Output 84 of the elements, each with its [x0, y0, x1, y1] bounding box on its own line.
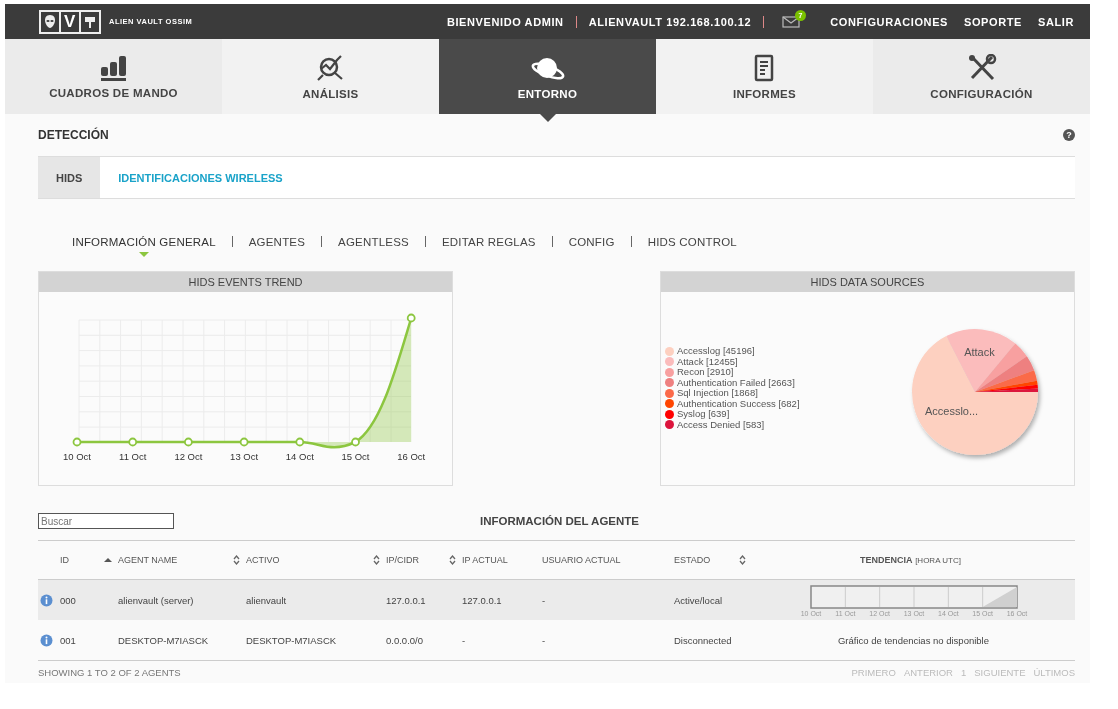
axis-label: 13 Oct	[230, 451, 259, 462]
panel-title: HIDS DATA SOURCES	[661, 272, 1074, 292]
table-title: INFORMACIÓN DEL AGENTE	[478, 515, 641, 527]
column-header[interactable]: IP/CIDR	[386, 555, 419, 565]
host-text: ALIENVAULT 192.168.100.12	[588, 15, 752, 28]
submenu-link[interactable]: AGENTES	[248, 236, 306, 257]
data-point	[295, 437, 305, 447]
data-point	[406, 313, 416, 323]
bar-chart-icon	[98, 54, 129, 81]
table-cell: 001	[60, 634, 76, 646]
top-link[interactable]: CONFIGURACIONES	[830, 15, 948, 28]
search-field[interactable]: Buscar	[38, 513, 174, 529]
sort-icon[interactable]	[233, 555, 240, 565]
axis-label: 10 Oct	[63, 451, 91, 462]
table-cell: alienvault	[246, 594, 287, 606]
nav-tab[interactable]: CUADROS DE MANDO	[5, 39, 222, 114]
sort-ascending-icon[interactable]	[104, 557, 112, 563]
data-point	[128, 437, 138, 447]
sort-icon[interactable]	[739, 555, 746, 565]
table-cell: Disconnected	[674, 634, 732, 646]
table-cell: DESKTOP-M7IASCK	[118, 634, 209, 646]
data-point	[184, 437, 193, 447]
axis-label: 12 Oct	[174, 451, 203, 462]
table-cell: -	[542, 594, 546, 606]
legend-label: Authentication Failed [2663]	[677, 377, 795, 388]
legend-label: Syslog [639]	[677, 409, 730, 420]
tab[interactable]: HIDS	[38, 157, 101, 198]
table-cell: DESKTOP-M7IASCK	[246, 634, 337, 646]
submenu-link[interactable]: INFORMACIÓN GENERAL	[72, 236, 216, 257]
submenu-link[interactable]: HIDS CONTROL	[647, 236, 737, 257]
nav-tab[interactable]: INFORMES	[656, 39, 873, 114]
info-icon[interactable]	[40, 633, 53, 647]
axis-label: 14 Oct	[285, 451, 314, 462]
logo[interactable]: V	[39, 9, 101, 34]
submenu-link[interactable]: CONFIG	[568, 236, 615, 257]
axis-label: 11 Oct	[119, 451, 147, 462]
table-cell: -	[542, 634, 546, 646]
column-header[interactable]: ACTIVO	[246, 555, 280, 565]
column-header[interactable]: IP ACTUAL	[462, 555, 508, 565]
legend-label: Sql Injection [1868]	[677, 388, 758, 399]
section-title: DETECCIÓN	[38, 128, 109, 142]
data-point	[351, 437, 360, 447]
axis-label: 15 Oct	[341, 451, 370, 462]
help-icon[interactable]: ?	[1063, 129, 1075, 141]
nav-tab[interactable]: ANÁLISIS	[222, 39, 439, 114]
slice-label: Attack	[964, 346, 995, 359]
nav-tab[interactable]: CONFIGURACIÓN	[873, 39, 1090, 114]
data-point	[72, 437, 82, 447]
legend-label: Recon [2910]	[677, 367, 734, 378]
submenu-link[interactable]: AGENTLESS	[338, 236, 409, 257]
table-summary: SHOWING 1 TO 2 OF 2 AGENTS	[38, 666, 181, 678]
tools-icon	[966, 53, 997, 82]
trend-unavailable-text: Gráfico de tendencias no disponible	[837, 634, 989, 646]
table-row[interactable]: 001 DESKTOP-M7IASCK DESKTOP-M7IASCK 0.0.0.0/0 - - Disconnected Gráfico de tendencias no disponible	[38, 620, 1075, 660]
table-cell: Active/local	[674, 594, 723, 606]
table-cell: 000	[60, 594, 76, 606]
sort-icon[interactable]	[373, 555, 380, 565]
legend-label: Attack [12455]	[677, 356, 738, 367]
table-cell: 0.0.0.0/0	[386, 634, 423, 646]
document-icon	[753, 53, 776, 82]
nav-tab[interactable]: ENTORNO	[439, 39, 656, 114]
table-cell: -	[462, 634, 466, 646]
legend-label: Access Denied [583]	[677, 419, 765, 430]
panel-title: HIDS EVENTS TREND	[39, 272, 452, 292]
legend-label: Accesslog [45196]	[677, 346, 755, 357]
table-cell: alienvault (server)	[118, 594, 194, 606]
column-header[interactable]: ESTADO	[674, 555, 711, 565]
top-link[interactable]: SALIR	[1038, 15, 1074, 28]
legend-label: Authentication Success [682]	[677, 398, 800, 409]
table-cell: 127.0.0.1	[386, 594, 426, 606]
info-icon[interactable]	[40, 593, 53, 607]
table-cell: 127.0.0.1	[462, 594, 502, 606]
submenu-link[interactable]: EDITAR REGLAS	[441, 236, 536, 257]
top-link[interactable]: SOPORTE	[964, 15, 1022, 28]
column-header[interactable]: TENDENCIA [HORA UTC]	[860, 555, 961, 565]
slice-label: Accesslo...	[924, 404, 979, 417]
axis-label: 16 Oct	[397, 451, 426, 462]
welcome-text: BIENVENIDO ADMIN	[446, 15, 564, 28]
column-header[interactable]: ID	[60, 555, 69, 565]
column-header[interactable]: AGENT NAME	[118, 555, 178, 565]
column-header[interactable]: USUARIO ACTUAL	[542, 555, 621, 565]
sort-icon[interactable]	[449, 555, 456, 565]
envelope-icon[interactable]	[782, 15, 801, 28]
data-point	[239, 437, 249, 447]
